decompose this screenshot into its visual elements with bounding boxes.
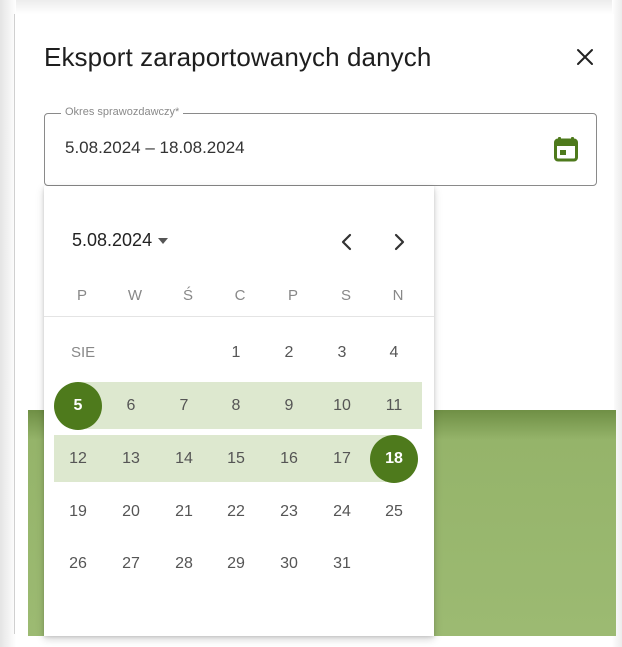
calendar-day[interactable]: 8 bbox=[212, 382, 260, 430]
previous-month-button[interactable] bbox=[332, 228, 360, 256]
weekday-header: S bbox=[340, 287, 351, 304]
backdrop-shadow-top bbox=[0, 0, 622, 14]
reporting-period-label: Okres sprawozdawczy* bbox=[61, 106, 184, 118]
weekday-header: C bbox=[234, 287, 246, 304]
calendar-day[interactable]: 31 bbox=[318, 540, 366, 588]
calendar-day[interactable]: 11 bbox=[370, 382, 418, 430]
calendar-icon bbox=[554, 137, 578, 162]
calendar-day[interactable]: 30 bbox=[265, 540, 313, 588]
calendar-day[interactable]: 26 bbox=[54, 540, 102, 588]
period-selector-label: 5.08.2024 bbox=[72, 230, 153, 250]
calendar-day[interactable]: 2 bbox=[265, 329, 313, 377]
calendar-day[interactable]: 15 bbox=[212, 435, 260, 483]
dialog-edge bbox=[14, 14, 15, 634]
calendar-day[interactable]: 1 bbox=[212, 329, 260, 377]
calendar-day[interactable]: 24 bbox=[318, 488, 366, 536]
calendar-day[interactable]: 3 bbox=[318, 329, 366, 377]
open-calendar-button[interactable] bbox=[551, 134, 581, 164]
period-selector[interactable]: 5.08.2024 bbox=[72, 230, 169, 251]
calendar-day-selected[interactable]: 18 bbox=[370, 435, 418, 483]
weekday-header: N bbox=[392, 287, 404, 304]
calendar-day[interactable]: 23 bbox=[265, 488, 313, 536]
calendar-divider bbox=[44, 316, 434, 317]
calendar-day[interactable]: 27 bbox=[107, 540, 155, 588]
calendar-day[interactable]: 19 bbox=[54, 488, 102, 536]
calendar-day[interactable]: 20 bbox=[107, 488, 155, 536]
weekday-header: P bbox=[76, 287, 87, 304]
calendar-day[interactable]: 7 bbox=[160, 382, 208, 430]
calendar-day[interactable]: 28 bbox=[160, 540, 208, 588]
calendar-day[interactable]: 4 bbox=[370, 329, 418, 377]
weekday-header: Ś bbox=[182, 287, 193, 304]
calendar-day[interactable]: 29 bbox=[212, 540, 260, 588]
calendar-day[interactable]: 9 bbox=[265, 382, 313, 430]
reporting-period-field[interactable]: Okres sprawozdawczy* 5.08.2024 – 18.08.2… bbox=[44, 106, 597, 186]
caret-down-icon bbox=[158, 237, 169, 244]
date-range-picker: 5.08.2024 PWŚCPSN SIE 1 2 3 4 5 6 7 8 9 10 11 12 13 1… bbox=[44, 186, 434, 636]
reporting-period-value[interactable]: 5.08.2024 – 18.08.2024 bbox=[65, 138, 245, 158]
calendar-day[interactable]: 25 bbox=[370, 488, 418, 536]
weekday-header: W bbox=[127, 287, 143, 304]
calendar-day[interactable]: 13 bbox=[107, 435, 155, 483]
calendar-day[interactable]: 21 bbox=[160, 488, 208, 536]
chevron-right-icon bbox=[394, 233, 405, 251]
calendar-day[interactable]: 12 bbox=[54, 435, 102, 483]
close-icon bbox=[577, 49, 593, 65]
calendar-day-selected[interactable]: 5 bbox=[54, 382, 102, 430]
calendar-day[interactable]: 14 bbox=[160, 435, 208, 483]
month-abbreviation: SIE bbox=[71, 344, 96, 361]
next-month-button[interactable] bbox=[386, 228, 414, 256]
calendar-day[interactable]: 17 bbox=[318, 435, 366, 483]
dialog-title: Eksport zaraportowanych danych bbox=[44, 42, 432, 72]
calendar-day[interactable]: 10 bbox=[318, 382, 366, 430]
chevron-left-icon bbox=[341, 233, 352, 251]
calendar-day[interactable]: 22 bbox=[212, 488, 260, 536]
calendar-day[interactable]: 16 bbox=[265, 435, 313, 483]
calendar-day[interactable]: 6 bbox=[107, 382, 155, 430]
weekday-header: P bbox=[287, 287, 298, 304]
close-button[interactable] bbox=[570, 42, 600, 72]
